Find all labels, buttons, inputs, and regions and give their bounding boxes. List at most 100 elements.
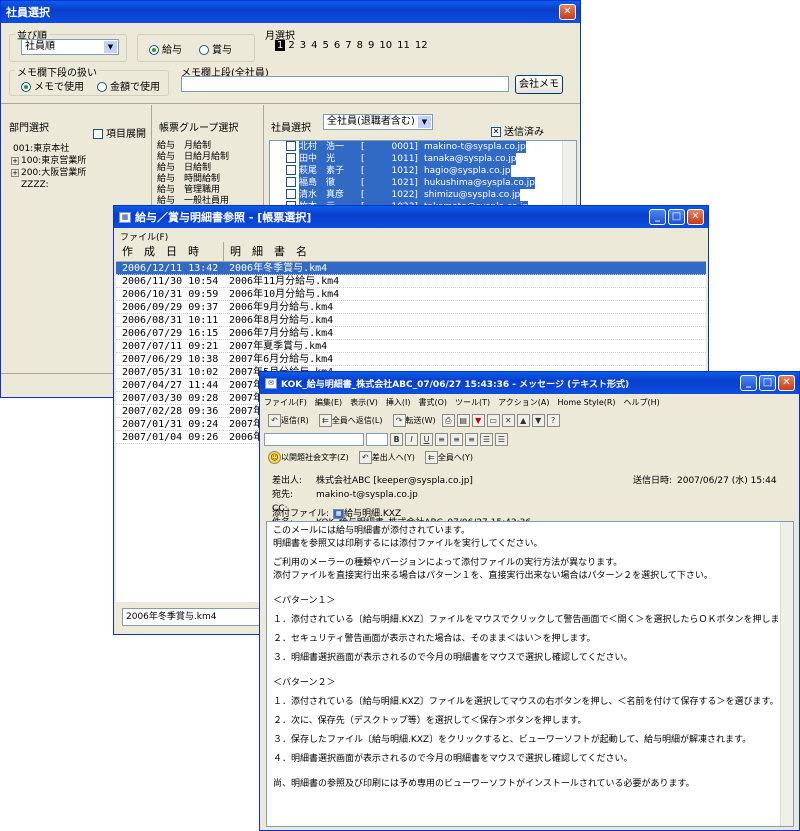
company-memo-button[interactable]: 会社メモ <box>515 75 563 94</box>
group-item[interactable]: 給与 日給月給制 <box>157 152 261 163</box>
expand-icon[interactable]: + <box>11 157 19 165</box>
table-row[interactable]: 2007/06/29 10:38 2007年6月分給与.km4 <box>116 353 706 366</box>
sort-select[interactable]: 社員順 ▼ <box>21 39 119 55</box>
table-row[interactable]: 2006/12/11 13:42 2006年冬季賞与.km4 <box>116 262 706 275</box>
dept-item[interactable]: +100:東京営業所 <box>9 155 147 167</box>
print-icon[interactable]: ⎙ <box>441 413 455 427</box>
employee-checkbox[interactable] <box>286 177 296 187</box>
dept-item[interactable]: ZZZZ: <box>9 179 147 191</box>
memo-upper-input[interactable] <box>181 76 509 92</box>
align-right-icon[interactable]: ≡ <box>465 432 478 446</box>
numbering-icon[interactable]: ☰ <box>495 432 508 446</box>
bullets-icon[interactable]: ☰ <box>480 432 493 446</box>
month-7[interactable]: 7 <box>343 40 353 51</box>
employee-row[interactable]: 北村 浩一 [ 0001] makino-t@syspla.co.jp <box>270 141 576 153</box>
menu-item[interactable]: Home Style(R) <box>557 396 615 409</box>
employee-row[interactable]: 福島 徹 [ 1021] hukushima@syspla.co.jp <box>270 177 576 189</box>
expand-icon[interactable]: + <box>11 169 19 177</box>
expand-checkbox[interactable]: 項目展開 <box>93 125 146 140</box>
dept-item[interactable]: +200:大阪営業所 <box>9 167 147 179</box>
table-row[interactable]: 2007/07/11 09:21 2007年夏季賞与.km4 <box>116 340 706 353</box>
reply-sender-button[interactable]: ↶ 差出人へ(Y) <box>355 449 419 466</box>
employee-select-titlebar[interactable]: 社員選択 ✕ <box>1 1 580 23</box>
attachment-file[interactable]: ▦ 給与明細.KXZ <box>333 507 401 521</box>
amount-use-radio[interactable]: 金額で使用 <box>97 78 160 93</box>
reply-button[interactable]: ↶ 返信(R) <box>264 412 313 429</box>
menu-item[interactable]: ファイル(F) <box>264 396 307 409</box>
size-select[interactable] <box>366 432 388 446</box>
menu-item[interactable]: 挿入(I) <box>386 396 411 409</box>
help-icon[interactable]: ? <box>546 413 560 427</box>
group-item[interactable]: 給与 管理職用 <box>157 185 261 196</box>
month-9[interactable]: 9 <box>366 40 376 51</box>
month-3[interactable]: 3 <box>298 40 308 51</box>
employee-checkbox[interactable] <box>286 189 296 199</box>
employee-row[interactable]: 田中 光 [ 1011] tanaka@syspla.co.jp <box>270 153 576 165</box>
group-item[interactable]: 給与 時間給制 <box>157 174 261 185</box>
employee-filter-select[interactable]: 全社員(退職者含む) ▼ <box>323 114 433 130</box>
menu-item[interactable]: ツール(T) <box>455 396 490 409</box>
scrollbar[interactable] <box>780 522 793 826</box>
reply-all-button[interactable]: ⇇ 全員へ返信(L) <box>315 412 387 429</box>
col-date[interactable]: 作 成 日 時 <box>116 242 224 261</box>
memo-use-radio[interactable]: メモで使用 <box>21 78 84 93</box>
table-row[interactable]: 2006/11/30 10:54 2006年11月分給与.km4 <box>116 275 706 288</box>
close-icon[interactable]: ✕ <box>778 375 795 391</box>
col-name[interactable]: 明 細 書 名 <box>224 242 307 261</box>
employee-row[interactable]: 清水 真彦 [ 1022] shimizu@syspla.co.jp <box>270 189 576 201</box>
minimize-icon[interactable]: _ <box>740 375 757 391</box>
sent-checkbox[interactable]: ✕ 送信済み <box>491 123 544 138</box>
folder-icon[interactable]: ▭ <box>486 413 500 427</box>
month-12[interactable]: 12 <box>413 40 430 51</box>
table-row[interactable]: 2006/09/29 09:37 2006年9月分給与.km4 <box>116 301 706 314</box>
style-select[interactable] <box>264 432 364 446</box>
month-1[interactable]: 1 <box>275 40 286 51</box>
month-11[interactable]: 11 <box>395 40 412 51</box>
employee-checkbox[interactable] <box>286 153 296 163</box>
underline-icon[interactable]: U <box>420 432 433 446</box>
employee-row[interactable]: 萩尾 素子 [ 1012] hagio@syspla.co.jp <box>270 165 576 177</box>
pay-bonus-radio[interactable]: 賞与 <box>199 41 232 56</box>
flag-icon[interactable]: ▼ <box>471 413 485 427</box>
chevron-down-icon[interactable]: ▼ <box>104 41 117 53</box>
payslip-ref-titlebar[interactable]: ▦ 給与／賞与明細書参照 - [帳票選択] _ □ ✕ <box>114 206 708 228</box>
month-4[interactable]: 4 <box>309 40 319 51</box>
pay-salary-radio[interactable]: 給与 <box>149 41 182 56</box>
bold-icon[interactable]: B <box>390 432 403 446</box>
forward-button[interactable]: ↷ 転送(W) <box>389 412 440 429</box>
dept-item[interactable]: 001:東京本社 <box>9 143 147 155</box>
group-item[interactable]: 給与 日給制 <box>157 163 261 174</box>
align-left-icon[interactable]: ≡ <box>435 432 448 446</box>
maximize-icon[interactable]: □ <box>759 375 776 391</box>
table-row[interactable]: 2006/07/29 16:15 2006年7月分給与.km4 <box>116 327 706 340</box>
close-icon[interactable]: ✕ <box>687 209 704 225</box>
maximize-icon[interactable]: □ <box>668 209 685 225</box>
close-icon[interactable]: ✕ <box>559 4 576 20</box>
mail-titlebar[interactable]: ✉ KOK_給与明細書_株式会社ABC_07/06/27 15:43:36 - … <box>260 372 799 394</box>
employee-checkbox[interactable] <box>286 141 296 151</box>
table-row[interactable]: 2006/08/31 10:11 2006年8月分給与.km4 <box>116 314 706 327</box>
table-row[interactable]: 2006/10/31 09:59 2006年10月分給与.km4 <box>116 288 706 301</box>
next-icon[interactable]: ▼ <box>531 413 545 427</box>
minimize-icon[interactable]: _ <box>649 209 666 225</box>
align-center-icon[interactable]: ≡ <box>450 432 463 446</box>
prev-icon[interactable]: ▲ <box>516 413 530 427</box>
menu-item[interactable]: 編集(E) <box>315 396 342 409</box>
group-item[interactable]: 給与 月給制 <box>157 141 261 152</box>
menu-item[interactable]: アクション(A) <box>498 396 549 409</box>
message-body[interactable]: このメールには給与明細書が添付されています。 明細書を参照又は印刷するには添付ファ… <box>266 521 794 827</box>
menu-item[interactable]: 表示(V) <box>350 396 378 409</box>
month-6[interactable]: 6 <box>332 40 342 51</box>
reply-all-short-button[interactable]: ⇇ 全員へ(Y) <box>421 449 477 466</box>
month-2[interactable]: 2 <box>286 40 296 51</box>
month-5[interactable]: 5 <box>321 40 331 51</box>
chevron-down-icon[interactable]: ▼ <box>418 116 431 128</box>
month-8[interactable]: 8 <box>355 40 365 51</box>
menu-item[interactable]: 書式(O) <box>418 396 447 409</box>
delete-icon[interactable]: ✕ <box>501 413 515 427</box>
attach-text-button[interactable]: ☺ 以関題社会文字(Z) <box>264 449 353 466</box>
employee-checkbox[interactable] <box>286 165 296 175</box>
scrollbar[interactable] <box>562 141 576 209</box>
selected-name-field[interactable]: 2006年冬季賞与.km4 <box>122 608 262 626</box>
month-10[interactable]: 10 <box>377 40 394 51</box>
